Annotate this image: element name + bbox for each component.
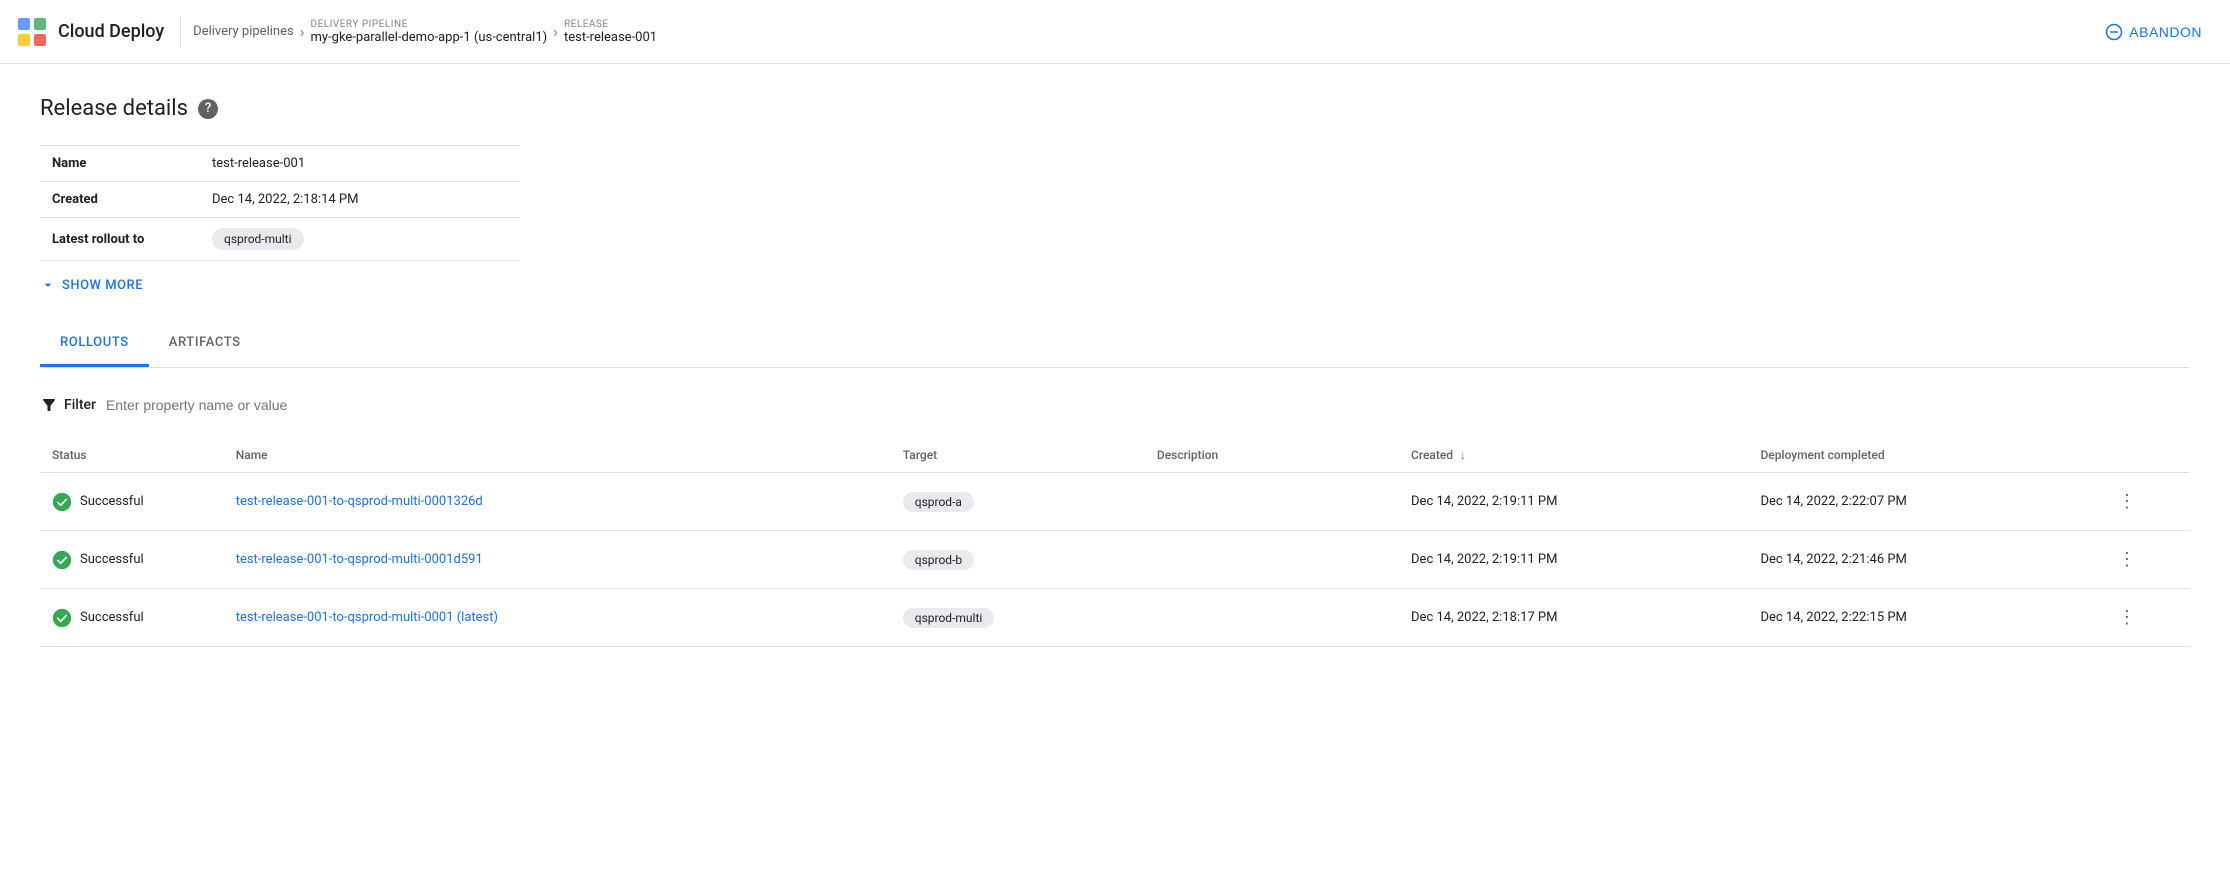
row-more-button-2[interactable]: ⋮ (2110, 603, 2144, 632)
breadcrumb-pipeline-value: my-gke-parallel-demo-app-1 (us-central1) (311, 30, 548, 45)
table-body: Successful test-release-001-to-qsprod-mu… (40, 473, 2190, 647)
cell-deployment-completed-2: Dec 14, 2022, 2:22:15 PM (1748, 589, 2097, 647)
breadcrumb-pipeline-section: DELIVERY PIPELINE my-gke-parallel-demo-a… (311, 19, 548, 45)
details-value-latest-rollout: qsprod-multi (200, 218, 520, 261)
breadcrumb-delivery-pipelines-link[interactable]: Delivery pipelines (193, 24, 294, 39)
main-content: Release details ? Name test-release-001 … (0, 64, 2230, 679)
filter-label-container: Filter (40, 396, 96, 414)
chevron-down-icon (40, 277, 56, 293)
breadcrumb-chevron-2: › (553, 22, 558, 41)
tab-rollouts[interactable]: ROLLOUTS (40, 321, 149, 367)
filter-input[interactable] (106, 397, 2190, 413)
filter-label: Filter (64, 397, 96, 413)
cell-status-2: Successful (40, 589, 224, 647)
cell-description-0 (1145, 473, 1399, 531)
cell-name-2: test-release-001-to-qsprod-multi-0001 (l… (224, 589, 891, 647)
cell-actions-0: ⋮ (2098, 473, 2190, 531)
show-more-button[interactable]: SHOW MORE (40, 277, 2190, 293)
cell-actions-2: ⋮ (2098, 589, 2190, 647)
page-title: Release details (40, 96, 188, 121)
col-header-deployment-completed: Deployment completed (1748, 438, 2097, 473)
cell-target-1: qsprod-b (891, 531, 1145, 589)
tab-artifacts[interactable]: ARTIFACTS (149, 321, 261, 367)
rollout-name-link-1[interactable]: test-release-001-to-qsprod-multi-0001d59… (236, 552, 483, 567)
cell-target-2: qsprod-multi (891, 589, 1145, 647)
breadcrumb-pipeline-label: DELIVERY PIPELINE (311, 19, 548, 30)
col-header-description: Description (1145, 438, 1399, 473)
cell-created-0: Dec 14, 2022, 2:19:11 PM (1399, 473, 1748, 531)
details-value-name: test-release-001 (200, 146, 520, 182)
cell-name-0: test-release-001-to-qsprod-multi-0001326… (224, 473, 891, 531)
filter-bar: Filter (40, 388, 2190, 422)
latest-rollout-chip: qsprod-multi (212, 228, 304, 250)
target-chip-2: qsprod-multi (903, 608, 995, 628)
col-header-actions (2098, 438, 2190, 473)
breadcrumb: Delivery pipelines › DELIVERY PIPELINE m… (193, 19, 657, 45)
table-row: Successful test-release-001-to-qsprod-mu… (40, 531, 2190, 589)
help-icon[interactable]: ? (198, 99, 218, 119)
rollout-name-link-2[interactable]: test-release-001-to-qsprod-multi-0001 (l… (236, 610, 498, 625)
success-icon (52, 550, 72, 570)
sort-arrow-icon: ↓ (1460, 448, 1466, 462)
cell-name-1: test-release-001-to-qsprod-multi-0001d59… (224, 531, 891, 589)
cell-deployment-completed-1: Dec 14, 2022, 2:21:46 PM (1748, 531, 2097, 589)
cloud-deploy-logo-icon (16, 16, 48, 48)
breadcrumb-chevron-1: › (300, 22, 305, 41)
cell-description-2 (1145, 589, 1399, 647)
cell-created-2: Dec 14, 2022, 2:18:17 PM (1399, 589, 1748, 647)
details-label-name: Name (40, 146, 200, 182)
target-chip-0: qsprod-a (903, 492, 974, 512)
cell-target-0: qsprod-a (891, 473, 1145, 531)
cell-description-1 (1145, 531, 1399, 589)
release-details-table: Name test-release-001 Created Dec 14, 20… (40, 145, 520, 261)
abandon-icon (2105, 23, 2123, 41)
col-header-target: Target (891, 438, 1145, 473)
cell-status-0: Successful (40, 473, 224, 531)
table-row: Successful test-release-001-to-qsprod-mu… (40, 473, 2190, 531)
breadcrumb-release-value: test-release-001 (564, 30, 657, 45)
app-name: Cloud Deploy (58, 21, 164, 42)
details-label-latest-rollout: Latest rollout to (40, 218, 200, 261)
row-more-button-1[interactable]: ⋮ (2110, 545, 2144, 574)
details-row-created: Created Dec 14, 2022, 2:18:14 PM (40, 182, 520, 218)
col-header-status: Status (40, 438, 224, 473)
success-icon (52, 492, 72, 512)
breadcrumb-release-label: RELEASE (564, 19, 657, 30)
target-chip-1: qsprod-b (903, 550, 974, 570)
success-icon (52, 608, 72, 628)
abandon-button[interactable]: ABANDON (2093, 15, 2214, 49)
col-header-name: Name (224, 438, 891, 473)
breadcrumb-release-section: RELEASE test-release-001 (564, 19, 657, 45)
details-row-latest-rollout: Latest rollout to qsprod-multi (40, 218, 520, 261)
app-logo: Cloud Deploy (16, 16, 181, 48)
col-header-created[interactable]: Created ↓ (1399, 438, 1748, 473)
page-title-section: Release details ? (40, 96, 2190, 121)
details-value-created: Dec 14, 2022, 2:18:14 PM (200, 182, 520, 218)
app-header: Cloud Deploy Delivery pipelines › DELIVE… (0, 0, 2230, 64)
filter-icon (40, 396, 58, 414)
rollouts-table: Status Name Target Description Created ↓… (40, 438, 2190, 647)
details-row-name: Name test-release-001 (40, 146, 520, 182)
details-label-created: Created (40, 182, 200, 218)
rollout-name-link-0[interactable]: test-release-001-to-qsprod-multi-0001326… (236, 494, 483, 509)
table-header: Status Name Target Description Created ↓… (40, 438, 2190, 473)
tabs-container: ROLLOUTS ARTIFACTS (40, 321, 2190, 368)
table-row: Successful test-release-001-to-qsprod-mu… (40, 589, 2190, 647)
cell-deployment-completed-0: Dec 14, 2022, 2:22:07 PM (1748, 473, 2097, 531)
row-more-button-0[interactable]: ⋮ (2110, 487, 2144, 516)
cell-created-1: Dec 14, 2022, 2:19:11 PM (1399, 531, 1748, 589)
cell-status-1: Successful (40, 531, 224, 589)
cell-actions-1: ⋮ (2098, 531, 2190, 589)
